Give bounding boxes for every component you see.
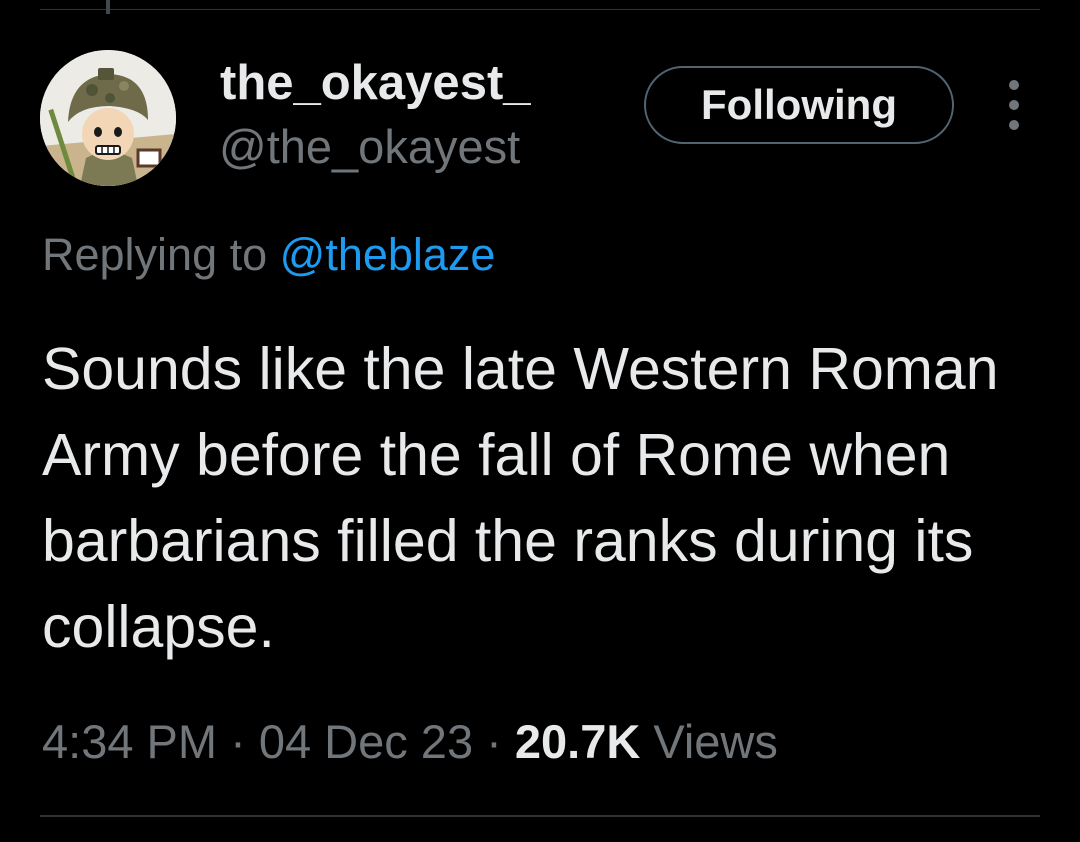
top-divider — [40, 9, 1040, 10]
reply-prefix: Replying to — [42, 229, 280, 280]
bottom-divider — [40, 815, 1040, 817]
meta-separator: · — [473, 715, 515, 768]
thread-connector-line — [106, 0, 110, 14]
reply-mention-link[interactable]: @theblaze — [280, 229, 496, 280]
tweet-time[interactable]: 4:34 PM — [42, 715, 217, 768]
tweet-date[interactable]: 04 Dec 23 — [259, 715, 473, 768]
tweet-metadata: 4:34 PM · 04 Dec 23 · 20.7K Views — [42, 713, 778, 771]
following-button[interactable]: Following — [644, 66, 954, 144]
tweet-text: Sounds like the late Western Roman Army … — [42, 336, 999, 660]
more-vertical-icon — [1009, 120, 1019, 130]
views-label: Views — [640, 715, 778, 768]
author-display-name[interactable]: the_okayest_ — [220, 54, 531, 112]
more-options-button[interactable] — [996, 80, 1032, 130]
author-handle[interactable]: @the_okayest — [219, 118, 520, 176]
cartoon-soldier-avatar-icon — [40, 50, 176, 186]
reply-context: Replying to @theblaze — [42, 226, 495, 284]
avatar[interactable] — [40, 50, 176, 186]
more-vertical-icon — [1009, 80, 1019, 90]
views-count[interactable]: 20.7K — [515, 715, 640, 768]
meta-separator: · — [217, 715, 259, 768]
more-vertical-icon — [1009, 100, 1019, 110]
